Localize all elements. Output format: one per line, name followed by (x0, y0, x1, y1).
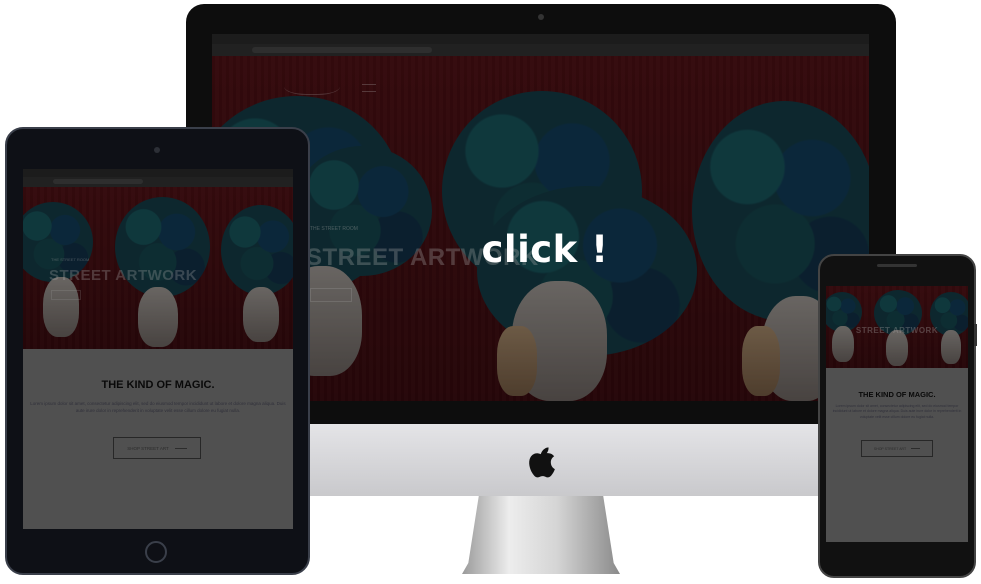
tablet-device: THE STREET ROOM STREET ARTWORK THE KIND … (5, 127, 310, 575)
apple-logo-icon (526, 444, 556, 478)
camera-icon (154, 147, 160, 153)
camera-icon (538, 14, 544, 20)
phone-speaker (877, 264, 917, 267)
tablet-screen: THE STREET ROOM STREET ARTWORK THE KIND … (23, 169, 293, 529)
phone-device: STREET ARTWORK THE KIND OF MAGIC. Lorem … (818, 254, 977, 578)
phone-screen: STREET ARTWORK THE KIND OF MAGIC. Lorem … (826, 286, 968, 542)
phone-side-button[interactable] (974, 324, 977, 346)
imac-screen: THE STREET ROOM STREET ARTWORK (212, 34, 869, 401)
click-label[interactable]: click ! (420, 228, 670, 271)
home-button-icon[interactable] (145, 541, 167, 563)
